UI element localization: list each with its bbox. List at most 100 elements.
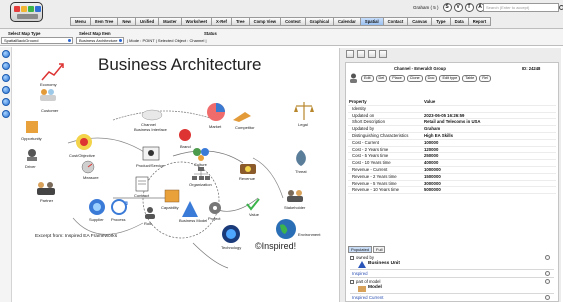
property-row[interactable]: Short Description Retail and Telecoms in … [348, 119, 556, 127]
search-input[interactable]: Search (Enter to accept) [483, 3, 563, 12]
node-business-interface[interactable]: Business Interface [134, 127, 167, 132]
nav-tab-data[interactable]: Data [449, 17, 468, 26]
node-cost-objective[interactable]: Cost/Objective [69, 153, 95, 158]
pointer-tool-icon[interactable] [2, 50, 10, 58]
stakeholder-icon[interactable] [285, 188, 305, 204]
round-button-s[interactable]: S [442, 3, 452, 12]
round-button-t[interactable]: T [464, 3, 474, 12]
property-row[interactable]: Revenue - 2 Years time 1500000 [348, 174, 556, 181]
nav-tab-comp-view[interactable]: Comp View [248, 17, 281, 26]
nav-tab-report[interactable]: Report [467, 17, 492, 26]
technology-icon[interactable] [221, 224, 241, 244]
competitor-icon[interactable] [231, 108, 253, 124]
nav-tab-calendar[interactable]: Calendar [332, 17, 360, 26]
economy-graph-icon[interactable] [41, 60, 67, 82]
owned-by-link[interactable]: Inspired [352, 271, 368, 276]
node-product-service[interactable]: Product/Service [136, 163, 164, 168]
clone-button[interactable]: Clone [406, 75, 423, 82]
map-item-select[interactable]: Business Architecture [76, 37, 124, 44]
property-row[interactable]: Cost - 5 Years time 250000 [348, 153, 556, 161]
node-supplier[interactable]: Supplier [89, 217, 104, 222]
nav-tab-unified[interactable]: Unified [134, 17, 159, 26]
doc-button[interactable]: Doc [424, 75, 438, 82]
search-icon[interactable] [559, 5, 563, 10]
process-icon[interactable] [109, 198, 129, 216]
opportunity-icon[interactable] [25, 120, 39, 134]
node-market[interactable]: Market [209, 124, 221, 129]
value-icon[interactable] [245, 196, 261, 212]
revenue-icon[interactable] [238, 160, 258, 176]
map-canvas[interactable]: Business Architecture Economy Customer O… [13, 48, 338, 302]
part-of-link-action-icon[interactable] [545, 295, 550, 300]
zoom-out-icon[interactable] [2, 98, 10, 106]
node-business-model[interactable]: Business Model [179, 218, 207, 223]
nav-tab-tree[interactable]: Tree [230, 17, 249, 26]
property-row[interactable]: Revenue - 10 Years time 5000000 [348, 187, 556, 195]
node-competitor[interactable]: Competitor [235, 125, 255, 130]
capability-icon[interactable] [163, 188, 181, 204]
property-row[interactable]: Revenue - Current 1000000 [348, 167, 556, 174]
culture-icon[interactable] [191, 146, 211, 162]
node-role[interactable]: Role [144, 221, 152, 226]
nav-tab-master[interactable]: Master [158, 17, 181, 26]
nav-tab-graphical[interactable]: Graphical [304, 17, 333, 26]
nav-tab-context[interactable]: Context [280, 17, 305, 26]
property-row[interactable]: Distinguishing Characteristics High EA Sk… [348, 133, 556, 140]
part-of-object[interactable]: Model [368, 285, 382, 290]
node-stakeholder[interactable]: Stakeholder [284, 205, 305, 210]
node-opportunity[interactable]: Opportunity [21, 136, 42, 141]
organization-icon[interactable] [191, 166, 211, 182]
product-service-icon[interactable] [141, 144, 161, 162]
role-icon[interactable] [143, 206, 157, 220]
refresh-icon[interactable] [2, 110, 10, 118]
nav-tab-x-ref[interactable]: X-Ref [211, 17, 231, 26]
node-contract[interactable]: Contract [134, 193, 149, 198]
node-measure[interactable]: Measure [83, 175, 99, 180]
edit-button[interactable]: Edit [361, 75, 374, 82]
node-partner[interactable]: Partner [40, 198, 53, 203]
property-row[interactable]: Identity [348, 106, 556, 113]
business-model-icon[interactable] [181, 200, 199, 218]
nav-tab-type[interactable]: Type [431, 17, 450, 26]
tab-full[interactable]: Full [373, 246, 386, 253]
edit-type-button[interactable]: Edit type [439, 75, 461, 82]
cost-objective-icon[interactable] [75, 133, 93, 151]
app-logo[interactable] [10, 2, 43, 22]
node-driver[interactable]: Driver [25, 164, 36, 169]
brand-icon[interactable] [177, 128, 193, 142]
node-value[interactable]: Value [249, 212, 259, 217]
node-threat[interactable]: Threat [295, 169, 307, 174]
node-brand[interactable]: Brand [180, 144, 191, 149]
nav-tab-menu[interactable]: Menu [70, 17, 90, 26]
measure-icon[interactable] [81, 160, 95, 174]
node-project[interactable]: Project [208, 216, 220, 221]
expand-icon[interactable] [350, 255, 354, 260]
property-row[interactable]: Cost - 2 Years time 120000 [348, 147, 556, 154]
nav-tab-item-tree[interactable]: Item Tree [89, 17, 118, 26]
node-process[interactable]: Process [111, 217, 125, 222]
node-revenue[interactable]: Revenue [239, 176, 255, 181]
part-of-action-icon[interactable] [545, 279, 550, 284]
nav-tab-canvas[interactable]: Canvas [407, 17, 432, 26]
market-icon[interactable] [206, 102, 226, 122]
channel-icon[interactable] [141, 108, 163, 122]
nav-tab-new[interactable]: New [117, 17, 135, 26]
owned-by-heading[interactable]: owned by [350, 255, 374, 260]
threat-icon[interactable] [291, 148, 311, 168]
node-economy[interactable]: Economy [40, 82, 57, 87]
node-environment[interactable]: Environment [298, 232, 320, 237]
property-row[interactable]: Cost - Current 100000 [348, 140, 556, 147]
map-type-select[interactable]: SpatialBackGround [1, 37, 73, 44]
panel-last-icon[interactable] [379, 50, 387, 58]
link-tool-icon[interactable] [2, 74, 10, 82]
node-customer[interactable]: Customer [41, 108, 58, 113]
node-capability[interactable]: Capability [161, 205, 179, 210]
supplier-icon[interactable] [88, 198, 106, 216]
nav-tab-contact[interactable]: Contact [382, 17, 408, 26]
driver-icon[interactable] [25, 148, 39, 162]
partner-icon[interactable] [35, 180, 57, 196]
node-legal[interactable]: Legal [298, 122, 308, 127]
owned-by-object[interactable]: Business Unit [368, 261, 400, 266]
tab-populated[interactable]: Populated [348, 246, 373, 253]
property-row[interactable]: Updated on 2023-06-05 16:26:59 [348, 113, 556, 120]
